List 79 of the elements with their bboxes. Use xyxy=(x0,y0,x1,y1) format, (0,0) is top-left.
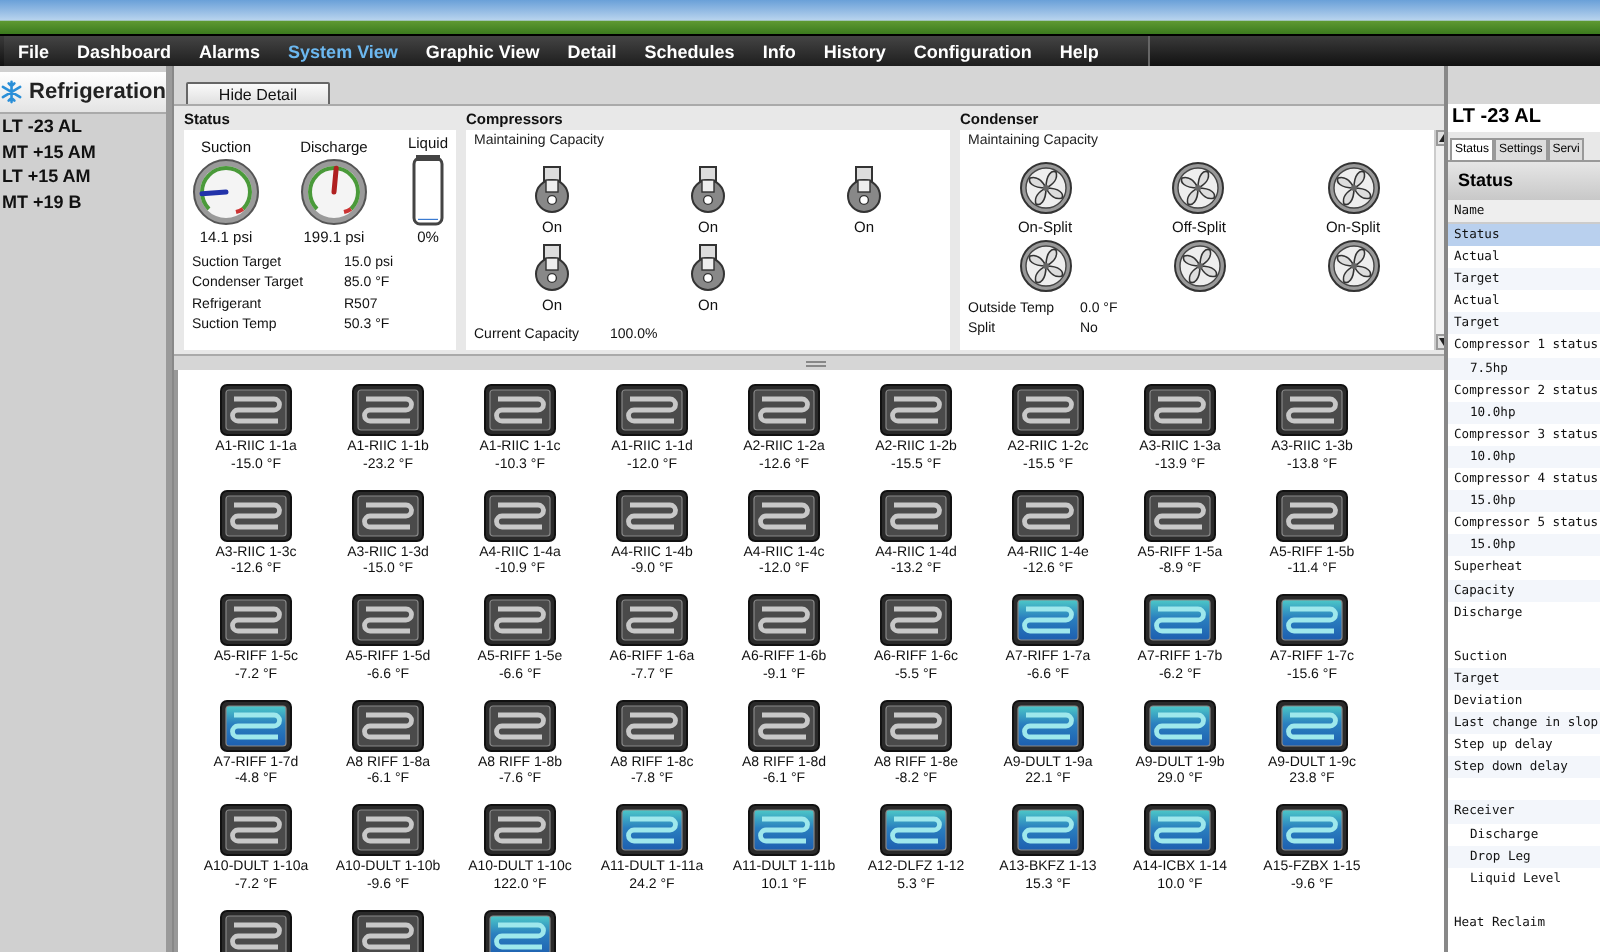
compressor-icon xyxy=(846,166,882,214)
fan-icon xyxy=(1327,162,1379,214)
display-case-icon[interactable] xyxy=(220,384,292,436)
menu-item[interactable]: Help xyxy=(1045,41,1113,61)
display-case-icon[interactable] xyxy=(748,384,820,436)
display-case-icon[interactable] xyxy=(484,489,556,541)
display-case-icon[interactable] xyxy=(616,384,688,436)
display-case-icon[interactable] xyxy=(1144,489,1216,541)
fan-icon xyxy=(1019,240,1071,292)
display-case-icon[interactable] xyxy=(748,699,820,751)
display-case-icon[interactable] xyxy=(748,489,820,541)
display-case-icon[interactable] xyxy=(1012,804,1084,856)
fan-icon xyxy=(1327,240,1379,292)
menu-item[interactable]: Alarms xyxy=(185,41,275,61)
display-case-icon[interactable] xyxy=(616,804,688,856)
sidebar-title: Refrigeration xyxy=(29,80,166,104)
menu-item[interactable]: Graphic View xyxy=(411,41,554,61)
display-case-icon[interactable] xyxy=(1276,699,1348,751)
display-case-icon[interactable] xyxy=(1012,384,1084,436)
sidebar-item[interactable]: MT +15 AM xyxy=(0,139,166,164)
sidebar-item[interactable]: MT +19 B xyxy=(0,189,166,214)
display-case-icon[interactable] xyxy=(352,909,424,952)
display-case-icon[interactable] xyxy=(1012,489,1084,541)
menu-item[interactable]: Detail xyxy=(553,41,631,61)
display-case-icon[interactable] xyxy=(616,489,688,541)
sidebar-item[interactable]: LT -23 AL xyxy=(0,114,166,139)
menu-item[interactable]: History xyxy=(809,41,900,61)
display-case-icon[interactable] xyxy=(1144,384,1216,436)
display-case-icon[interactable] xyxy=(1276,804,1348,856)
display-case-icon[interactable] xyxy=(220,804,292,856)
display-case-icon[interactable] xyxy=(1144,699,1216,751)
display-case-icon[interactable] xyxy=(880,804,952,856)
display-case-icon[interactable] xyxy=(880,594,952,646)
splitter-grip-icon[interactable] xyxy=(806,359,826,367)
menu-item[interactable]: File xyxy=(4,41,64,61)
display-case-icon[interactable] xyxy=(352,594,424,646)
display-case-icon[interactable] xyxy=(484,909,556,952)
display-case-icon[interactable] xyxy=(748,594,820,646)
display-case-icon[interactable] xyxy=(352,804,424,856)
display-case-icon[interactable] xyxy=(220,489,292,541)
fan-icon xyxy=(1019,162,1071,214)
display-case-icon[interactable] xyxy=(1012,699,1084,751)
fan-icon xyxy=(1172,162,1225,214)
display-case-icon[interactable] xyxy=(1144,594,1216,646)
panel-title: LT -23 AL xyxy=(1448,104,1600,132)
display-case-icon[interactable] xyxy=(748,804,820,856)
compressor-icon xyxy=(534,166,570,214)
display-case-icon[interactable] xyxy=(352,384,424,436)
compressor-icon xyxy=(534,244,570,292)
section-heading: Status xyxy=(1448,160,1600,200)
display-case-icon[interactable] xyxy=(484,804,556,856)
menu-item[interactable]: System View xyxy=(274,41,412,61)
fan-icon xyxy=(1173,240,1225,292)
display-case-icon[interactable] xyxy=(1276,384,1348,436)
snowflake-icon xyxy=(0,76,24,108)
sidebar-item[interactable]: LT +15 AM xyxy=(0,164,166,189)
menu-item[interactable]: Schedules xyxy=(630,41,749,61)
display-case-icon[interactable] xyxy=(1144,804,1216,856)
compressor-icon xyxy=(690,244,726,292)
display-case-icon[interactable] xyxy=(616,594,688,646)
display-case-icon[interactable] xyxy=(616,699,688,751)
display-case-icon[interactable] xyxy=(220,909,292,952)
display-case-icon[interactable] xyxy=(352,489,424,541)
compressor-icon xyxy=(690,166,726,214)
display-case-icon[interactable] xyxy=(484,594,556,646)
display-case-icon[interactable] xyxy=(220,699,292,751)
display-case-icon[interactable] xyxy=(1012,594,1084,646)
display-case-icon[interactable] xyxy=(880,489,952,541)
display-case-icon[interactable] xyxy=(220,594,292,646)
display-case-icon[interactable] xyxy=(352,699,424,751)
display-case-icon[interactable] xyxy=(880,699,952,751)
display-case-icon[interactable] xyxy=(1276,489,1348,541)
display-case-icon[interactable] xyxy=(1276,594,1348,646)
display-case-icon[interactable] xyxy=(484,699,556,751)
menu-item[interactable]: Info xyxy=(748,41,810,61)
display-case-icon[interactable] xyxy=(880,384,952,436)
display-case-icon[interactable] xyxy=(484,384,556,436)
menu-item[interactable]: Configuration xyxy=(899,41,1046,61)
menu-item[interactable]: Dashboard xyxy=(63,41,186,61)
